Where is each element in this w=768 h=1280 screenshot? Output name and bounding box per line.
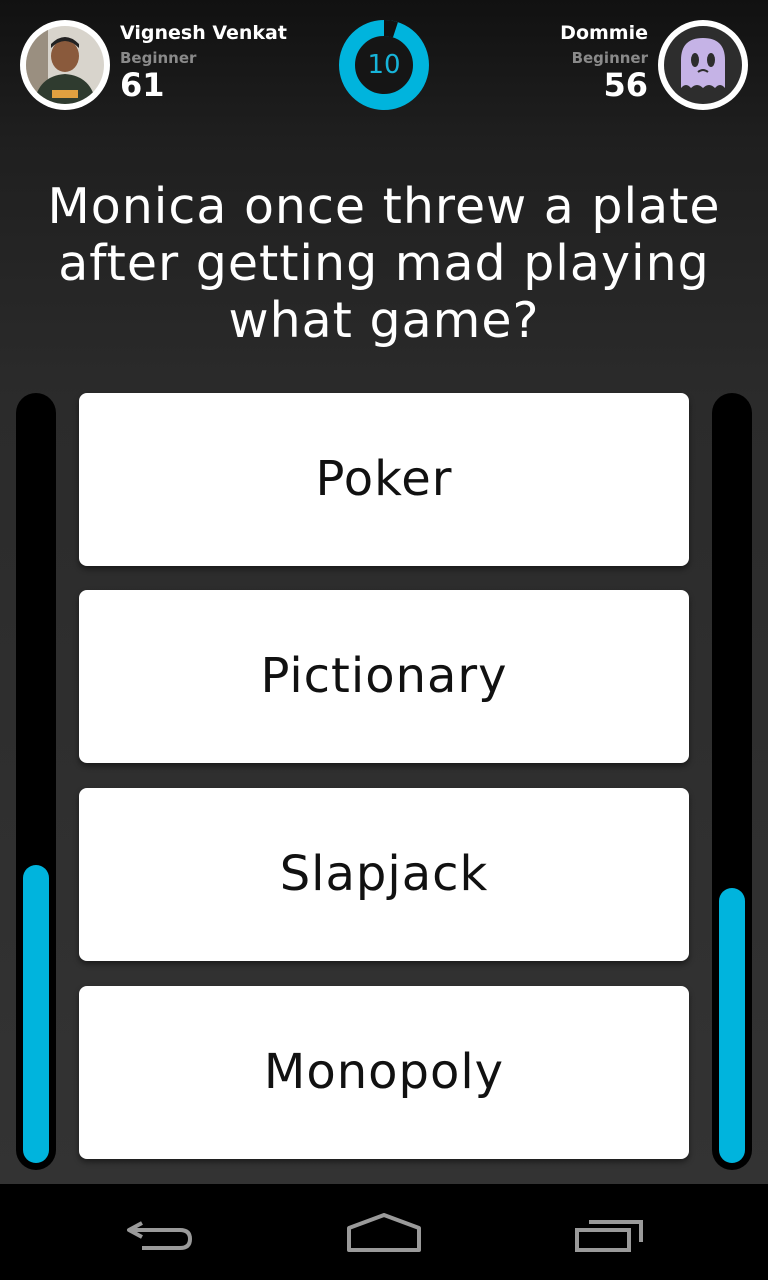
answer-button-1[interactable]: Poker xyxy=(79,393,689,566)
player-left-progress-fill xyxy=(23,865,49,1163)
player-left-score: 61 xyxy=(120,66,165,104)
player-left-progress-bar xyxy=(16,393,56,1170)
home-icon[interactable] xyxy=(339,1202,429,1262)
player-left-name: Vignesh Venkat xyxy=(120,22,287,44)
question-text: Monica once threw a plate after getting … xyxy=(47,178,721,349)
answer-button-3[interactable]: Slapjack xyxy=(79,788,689,961)
ghost-icon xyxy=(681,38,725,88)
player-left-level: Beginner xyxy=(120,49,197,67)
recents-icon[interactable] xyxy=(565,1202,655,1262)
player-right-progress-bar xyxy=(712,393,752,1170)
player-right-level: Beginner xyxy=(571,49,648,67)
player-photo-icon xyxy=(26,26,104,104)
player-right-score: 56 xyxy=(603,66,648,104)
back-icon[interactable] xyxy=(114,1202,204,1262)
player-left-avatar xyxy=(20,20,110,110)
answer-button-2[interactable]: Pictionary xyxy=(79,590,689,763)
answer-button-4[interactable]: Monopoly xyxy=(79,986,689,1159)
timer-value: 10 xyxy=(367,50,401,80)
game-screen: Vignesh Venkat Beginner 61 10 Dommie Beg… xyxy=(0,0,768,1184)
player-right-avatar xyxy=(658,20,748,110)
system-nav-bar xyxy=(0,1184,768,1280)
player-right-name: Dommie xyxy=(560,22,648,44)
player-right-progress-fill xyxy=(719,888,745,1163)
